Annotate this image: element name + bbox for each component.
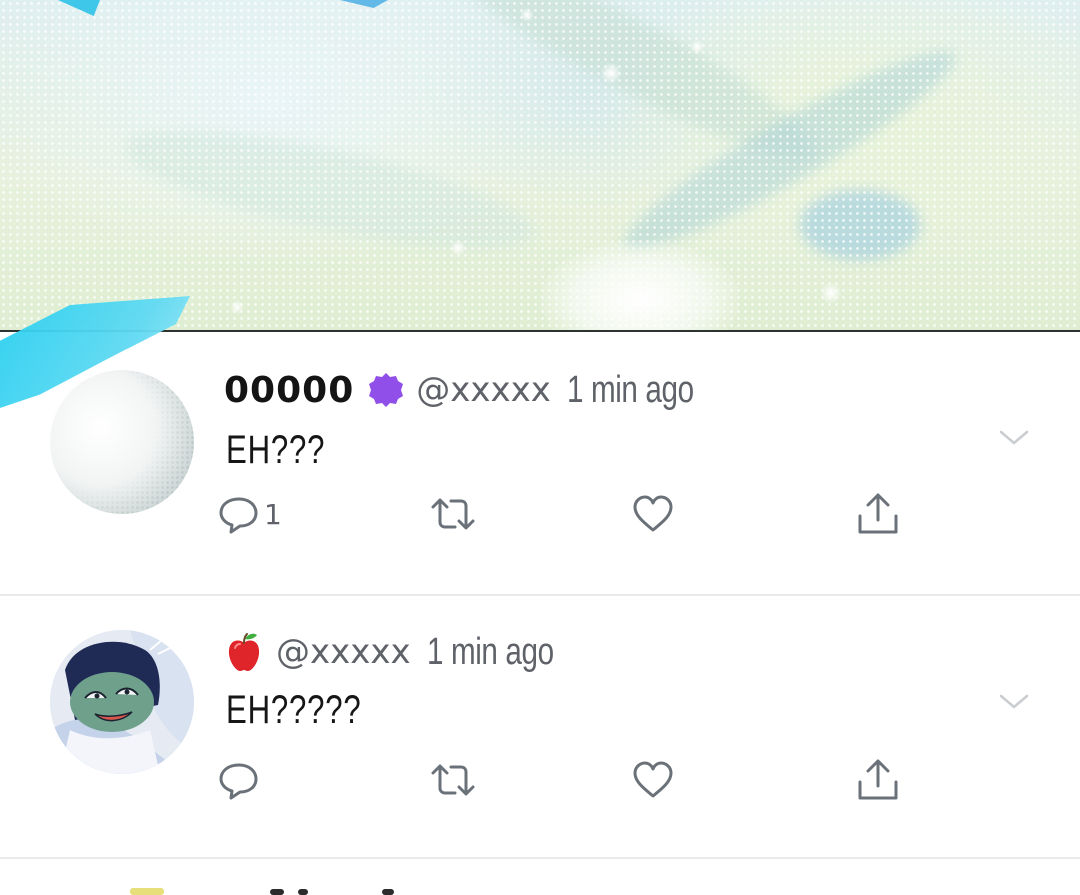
reply-button[interactable] [218, 756, 260, 804]
tweet-text: EH????? [226, 688, 362, 732]
tweet-card[interactable]: @xxxxx 1 min ago EH????? [0, 596, 1080, 858]
tweet-card[interactable]: 00000 @xxxxx 1 min ago EH??? 1 [0, 332, 1080, 594]
like-icon [632, 494, 674, 534]
tweet-header: 00000 @xxxxx 1 min ago [224, 364, 729, 416]
like-icon [632, 760, 674, 800]
share-icon [855, 492, 901, 536]
purple-verified-badge-icon [368, 372, 404, 408]
chevron-down-icon[interactable] [998, 428, 1030, 448]
chevron-down-icon[interactable] [998, 692, 1030, 712]
timestamp[interactable]: 1 min ago [567, 369, 694, 412]
reply-count: 1 [264, 497, 282, 531]
reply-button[interactable]: 1 [218, 490, 282, 538]
share-icon [855, 758, 901, 802]
panel-artwork [0, 0, 1080, 331]
retweet-icon [428, 494, 478, 534]
like-button[interactable] [632, 756, 674, 804]
tweet-divider [0, 857, 1080, 859]
tweet-header: @xxxxx 1 min ago [224, 626, 589, 678]
retweet-icon [428, 760, 478, 800]
like-button[interactable] [632, 490, 674, 538]
apple-icon [224, 631, 264, 673]
share-button[interactable] [855, 756, 901, 804]
tweet-actions [0, 756, 1080, 804]
user-handle[interactable]: @xxxxx [416, 370, 551, 410]
tweet-text: EH??? [226, 428, 326, 472]
reply-icon [218, 760, 260, 800]
next-tweet-cutoff [120, 880, 420, 895]
avatar[interactable] [50, 630, 194, 774]
share-button[interactable] [855, 490, 901, 538]
timestamp[interactable]: 1 min ago [427, 631, 554, 674]
tweet-actions: 1 [0, 490, 1080, 538]
retweet-button[interactable] [428, 490, 478, 538]
reply-icon [218, 494, 260, 534]
user-handle[interactable]: @xxxxx [276, 632, 411, 672]
display-name[interactable]: 00000 [224, 370, 354, 411]
retweet-button[interactable] [428, 756, 478, 804]
